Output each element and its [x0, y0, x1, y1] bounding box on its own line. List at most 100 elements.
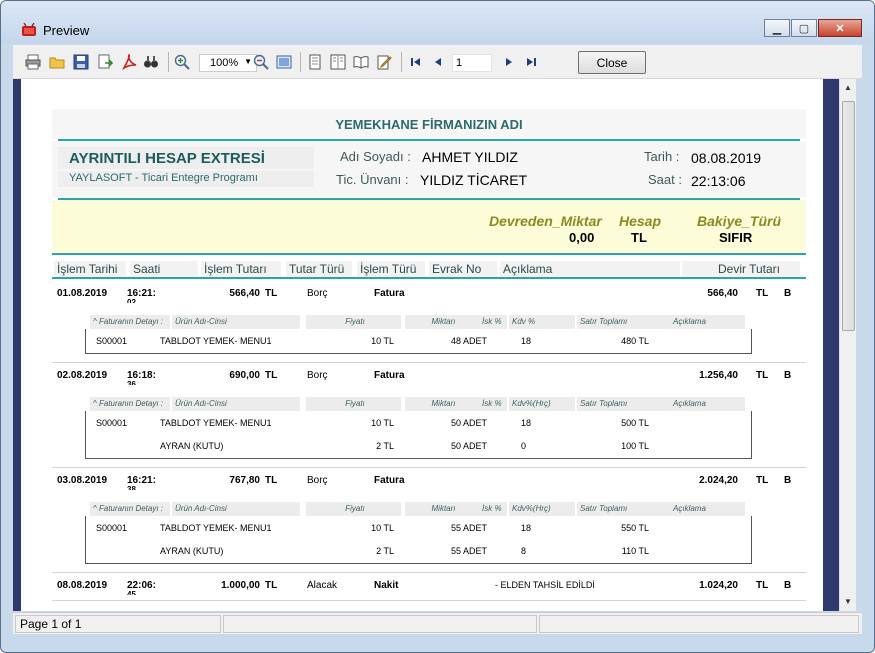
- balance-flag: B: [784, 580, 792, 591]
- detail-column-header: Miktarı: [405, 315, 479, 329]
- column-header: Tutar Türü: [286, 261, 352, 277]
- detail-column-header: Ürün Adı-Cinsi: [172, 502, 300, 516]
- first-page-icon[interactable]: [408, 54, 424, 70]
- prev-page-icon[interactable]: [430, 54, 446, 70]
- transaction-currency: TL: [265, 288, 278, 299]
- page-number-input[interactable]: 1: [452, 54, 492, 72]
- balance-currency: TL: [756, 288, 769, 299]
- zoom-value: 100%: [210, 57, 239, 69]
- report-title: AYRINTILI HESAP EXTRESİ: [58, 147, 314, 169]
- close-button[interactable]: Close: [578, 51, 646, 74]
- next-page-icon[interactable]: [501, 54, 517, 70]
- toolbar-separator: [401, 52, 402, 72]
- row-separator: [52, 600, 806, 601]
- report-page: YEMEKHANE FİRMANIZIN ADI AYRINTILI HESAP…: [22, 79, 822, 611]
- detail-column-header: Kdv%(Hrç): [509, 397, 575, 411]
- transaction-operation: Fatura: [374, 288, 405, 299]
- transaction-operation: Fatura: [374, 370, 405, 381]
- detail-column-header: İsk %: [479, 315, 507, 329]
- scroll-up-icon[interactable]: ▲: [844, 83, 852, 92]
- column-header: İşlem Tutarı: [201, 261, 281, 277]
- minimize-button[interactable]: ▁: [764, 19, 790, 37]
- open-icon[interactable]: [49, 54, 65, 70]
- detail-column-header: ^ Faturanın Detayı :: [90, 502, 170, 516]
- row-separator: [52, 467, 806, 468]
- date-value: 08.08.2019: [691, 150, 762, 166]
- company-name: YEMEKHANE FİRMANIZIN ADI: [335, 117, 523, 132]
- maximize-icon: ▢: [798, 22, 810, 35]
- transaction-balance: 1.256,40: [699, 370, 738, 381]
- balance-currency: TL: [756, 370, 769, 381]
- detail-column-header: ^ Faturanın Detayı :: [90, 315, 170, 329]
- transaction-date: 01.08.2019: [57, 288, 108, 299]
- detail-column-header: Ürün Adı-Cinsi: [172, 315, 300, 329]
- zoom-out-icon[interactable]: [253, 54, 269, 70]
- report-subtitle: YAYLASOFT - Ticari Entegre Programı: [58, 171, 314, 187]
- save-icon[interactable]: [73, 54, 89, 70]
- balance-flag: B: [784, 370, 792, 381]
- edit-icon[interactable]: [376, 54, 392, 70]
- detail-box: [85, 516, 752, 564]
- pdf-icon[interactable]: [121, 54, 137, 70]
- status-bar: Page 1 of 1: [13, 612, 862, 634]
- page-fit-icon[interactable]: [276, 54, 292, 70]
- window-close-button[interactable]: ✕: [818, 19, 862, 37]
- scrollbar-thumb[interactable]: [842, 101, 855, 331]
- balance-currency: TL: [756, 580, 769, 591]
- balance-flag: B: [784, 288, 792, 299]
- status-page: Page 1 of 1: [15, 615, 221, 633]
- chevron-down-icon: ▼: [244, 57, 252, 66]
- preview-window: Preview ▁ ▢ ✕ 100% ▼ 1 Close YEMEKHANE F…: [0, 0, 875, 653]
- toolbar-separator: [168, 52, 169, 72]
- transaction-balance: 1.024,20: [699, 580, 738, 591]
- balance-currency: TL: [756, 475, 769, 486]
- toolbar-separator: [300, 52, 301, 72]
- detail-column-header: Ürün Adı-Cinsi: [172, 397, 300, 411]
- detail-box: [85, 329, 752, 354]
- toolbar: 100% ▼ 1 Close: [13, 45, 862, 79]
- book-icon[interactable]: [353, 54, 369, 70]
- transaction-type: Borç: [307, 475, 328, 486]
- page-number-value: 1: [456, 57, 463, 69]
- divider: [52, 277, 806, 279]
- transaction-type: Alacak: [307, 580, 338, 591]
- last-page-icon[interactable]: [523, 54, 539, 70]
- transaction-operation: Nakit: [374, 580, 399, 591]
- app-icon: [22, 23, 36, 36]
- carry-label: Devreden_Miktar: [489, 213, 602, 229]
- find-icon[interactable]: [143, 54, 159, 70]
- name-value: AHMET YILDIZ: [422, 149, 518, 165]
- zoom-select[interactable]: 100% ▼: [199, 54, 257, 72]
- balance-flag: B: [784, 475, 792, 486]
- close-icon: ✕: [835, 22, 845, 35]
- detail-column-header: Satır Toplamı: [577, 502, 672, 516]
- transaction-time-seconds: 45: [127, 590, 136, 595]
- detail-column-header: Fiyatı: [306, 397, 401, 411]
- carry-value: 0,00: [569, 230, 595, 245]
- column-header: İşlem Türü: [357, 261, 425, 277]
- detail-column-header: Miktarı: [405, 397, 479, 411]
- window-title: Preview: [43, 23, 90, 38]
- transaction-amount: 767,80: [229, 475, 260, 486]
- transaction-operation: Fatura: [374, 475, 405, 486]
- scroll-down-icon[interactable]: ▼: [844, 597, 852, 606]
- multi-page-icon[interactable]: [330, 54, 346, 70]
- transaction-amount: 566,40: [229, 288, 260, 299]
- vertical-scrollbar[interactable]: ▲ ▼: [839, 79, 856, 611]
- single-page-icon[interactable]: [307, 54, 323, 70]
- column-header: Devir Tutarı: [682, 261, 800, 277]
- print-icon[interactable]: [25, 54, 41, 70]
- transaction-balance: 566,40: [707, 288, 738, 299]
- detail-column-header: ^ Faturanın Detayı :: [90, 397, 170, 411]
- zoom-in-icon[interactable]: [174, 54, 190, 70]
- maximize-button[interactable]: ▢: [791, 19, 817, 37]
- detail-box: [85, 411, 752, 459]
- export-icon[interactable]: [97, 54, 113, 70]
- time-value: 22:13:06: [691, 173, 746, 189]
- transaction-date: 08.08.2019: [57, 580, 108, 591]
- transaction-description: - ELDEN TAHSİL EDİLDİ: [495, 580, 595, 590]
- detail-column-header: İsk %: [479, 397, 507, 411]
- transaction-currency: TL: [265, 370, 278, 381]
- firm-value: YILDIZ TİCARET: [420, 172, 528, 188]
- firm-label: Tic. Ünvanı :: [336, 172, 409, 187]
